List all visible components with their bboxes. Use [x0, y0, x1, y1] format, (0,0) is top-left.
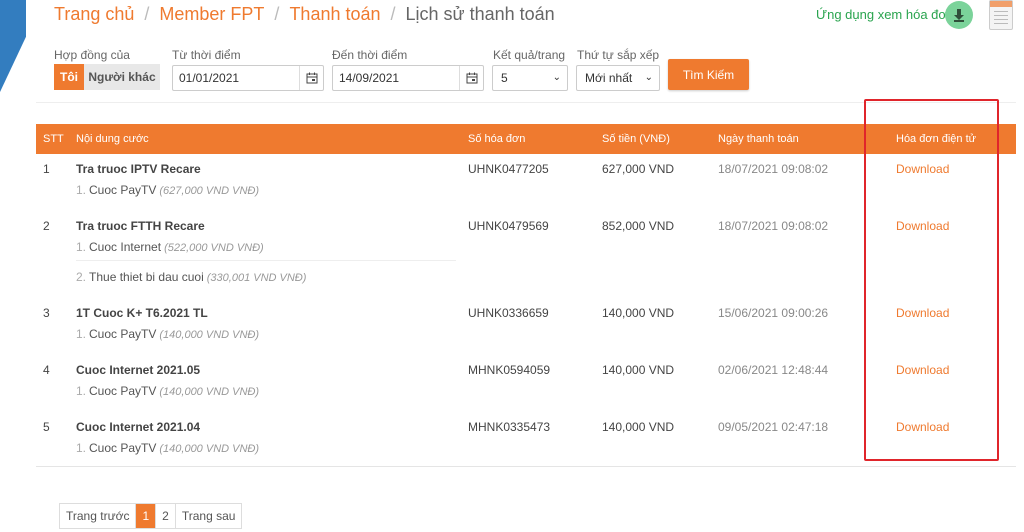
- left-edge-decoration: [0, 0, 36, 532]
- row-stt: 2: [43, 219, 50, 233]
- row-item: 1. Cuoc PayTV (627,000 VND VNĐ): [76, 183, 259, 197]
- search-button[interactable]: Tìm Kiếm: [668, 59, 749, 90]
- row-title: Cuoc Internet 2021.05: [76, 363, 201, 377]
- per-page-value: 5: [501, 71, 508, 85]
- from-date-input[interactable]: 01/01/2021: [172, 65, 324, 91]
- item-amount: (627,000 VND VNĐ): [159, 185, 260, 197]
- pager-page-1[interactable]: 1: [136, 504, 157, 528]
- row-invoice-number: MHNK0594059: [468, 363, 551, 377]
- to-date-label: Đến thời điểm: [332, 48, 408, 62]
- invoice-document-icon[interactable]: [989, 0, 1013, 30]
- sort-select[interactable]: Mới nhất ⌄: [576, 65, 660, 91]
- row-item: 1. Cuoc PayTV (140,000 VND VNĐ): [76, 441, 259, 455]
- contract-option-others[interactable]: Người khác: [84, 64, 160, 90]
- item-amount: (522,000 VND VNĐ): [164, 242, 264, 254]
- row-amount: 852,000 VND: [602, 219, 675, 233]
- row-item: 2. Thue thiet bi dau cuoi (330,001 VND VNĐ…: [76, 270, 306, 284]
- row-amount: 627,000 VND: [602, 162, 675, 176]
- header-amount: Số tiền (VNĐ): [602, 133, 670, 145]
- pager-page-2[interactable]: 2: [156, 504, 176, 528]
- header-stt: STT: [43, 133, 64, 145]
- pager-next[interactable]: Trang sau: [176, 504, 242, 528]
- row-stt: 5: [43, 420, 50, 434]
- chevron-down-icon: ⌄: [552, 72, 561, 83]
- breadcrumb-member[interactable]: Member FPT: [159, 4, 264, 25]
- item-number: 1.: [76, 183, 87, 197]
- header-payment-date: Ngày thanh toán: [718, 133, 799, 145]
- row-item: 1. Cuoc PayTV (140,000 VND VNĐ): [76, 384, 259, 398]
- row-date: 15/06/2021 09:00:26: [718, 306, 829, 320]
- pager-prev[interactable]: Trang trước: [60, 504, 137, 528]
- item-number: 2.: [76, 270, 87, 284]
- row-invoice-number: MHNK0335473: [468, 420, 551, 434]
- contract-toggle: Tôi Người khác: [54, 64, 160, 90]
- item-number: 1.: [76, 240, 87, 254]
- row-date: 18/07/2021 09:08:02: [718, 219, 829, 233]
- breadcrumb-payment[interactable]: Thanh toán: [289, 4, 380, 25]
- from-date-label: Từ thời điểm: [172, 48, 241, 62]
- calendar-icon[interactable]: [459, 66, 483, 90]
- invoice-app-link[interactable]: Ứng dụng xem hóa đơn: [816, 7, 954, 22]
- to-date-value: 14/09/2021: [339, 71, 400, 85]
- highlight-box: [864, 99, 999, 461]
- calendar-icon[interactable]: [299, 66, 323, 90]
- item-name: Cuoc Internet: [89, 240, 162, 254]
- row-title: Tra truoc FTTH Recare: [76, 219, 205, 233]
- item-amount: (330,001 VND VNĐ): [206, 272, 307, 284]
- row-invoice-number: UHNK0336659: [468, 306, 549, 320]
- pagination: Trang trước 1 2 Trang sau: [59, 503, 243, 529]
- row-invoice-number: UHNK0477205: [468, 162, 549, 176]
- item-name: Thue thiet bi dau cuoi: [89, 270, 204, 284]
- per-page-label: Kết quả/trang: [493, 48, 566, 62]
- row-title: Cuoc Internet 2021.04: [76, 420, 201, 434]
- sort-label: Thứ tự sắp xếp: [577, 48, 660, 62]
- breadcrumb-separator: /: [144, 4, 150, 24]
- row-date: 18/07/2021 09:08:02: [718, 162, 829, 176]
- item-amount: (140,000 VND VNĐ): [159, 386, 260, 398]
- item-number: 1.: [76, 384, 87, 398]
- per-page-select[interactable]: 5 ⌄: [492, 65, 568, 91]
- download-app-icon[interactable]: [945, 1, 973, 29]
- to-date-input[interactable]: 14/09/2021: [332, 65, 484, 91]
- row-amount: 140,000 VND: [602, 420, 675, 434]
- breadcrumb-separator: /: [390, 4, 396, 24]
- row-title: 1T Cuoc K+ T6.2021 TL: [76, 306, 208, 320]
- header-invoice-number: Số hóa đơn: [468, 133, 526, 145]
- row-item: 1. Cuoc PayTV (140,000 VND VNĐ): [76, 327, 259, 341]
- item-number: 1.: [76, 441, 87, 455]
- item-name: Cuoc PayTV: [89, 183, 157, 197]
- row-date: 09/05/2021 02:47:18: [718, 420, 829, 434]
- item-number: 1.: [76, 327, 87, 341]
- item-name: Cuoc PayTV: [89, 327, 157, 341]
- sort-value: Mới nhất: [585, 71, 633, 85]
- row-date: 02/06/2021 12:48:44: [718, 363, 829, 377]
- row-stt: 3: [43, 306, 50, 320]
- row-item: 1. Cuoc Internet (522,000 VND VNĐ): [76, 240, 264, 254]
- item-divider: [76, 260, 456, 261]
- item-amount: (140,000 VND VNĐ): [159, 443, 260, 455]
- item-name: Cuoc PayTV: [89, 441, 157, 455]
- item-amount: (140,000 VND VNĐ): [159, 329, 260, 341]
- table-bottom-divider: [36, 466, 1016, 467]
- from-date-value: 01/01/2021: [179, 71, 240, 85]
- breadcrumb-current: Lịch sử thanh toán: [405, 4, 555, 24]
- breadcrumb-separator: /: [274, 4, 280, 24]
- row-title: Tra truoc IPTV Recare: [76, 162, 201, 176]
- row-stt: 4: [43, 363, 50, 377]
- contract-option-me[interactable]: Tôi: [54, 64, 84, 90]
- breadcrumb: Trang chủ / Member FPT / Thanh toán / Lị…: [54, 4, 555, 25]
- row-invoice-number: UHNK0479569: [468, 219, 549, 233]
- chevron-down-icon: ⌄: [644, 72, 653, 83]
- breadcrumb-home[interactable]: Trang chủ: [54, 4, 134, 25]
- row-amount: 140,000 VND: [602, 363, 675, 377]
- left-edge-stripe: [0, 0, 26, 92]
- item-name: Cuoc PayTV: [89, 384, 157, 398]
- contract-label: Hợp đồng của: [54, 48, 130, 62]
- row-amount: 140,000 VND: [602, 306, 675, 320]
- row-stt: 1: [43, 162, 50, 176]
- header-content: Nội dung cước: [76, 133, 149, 145]
